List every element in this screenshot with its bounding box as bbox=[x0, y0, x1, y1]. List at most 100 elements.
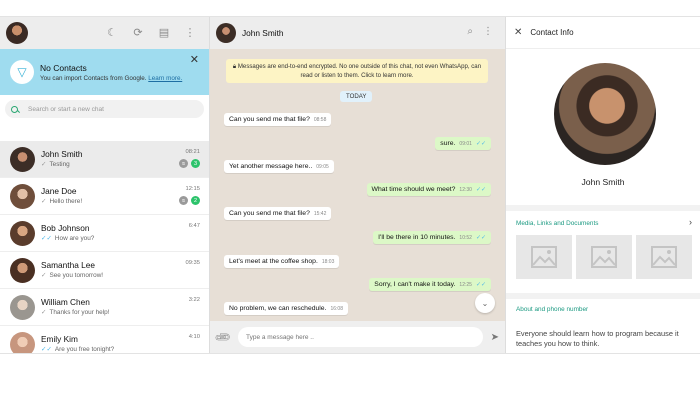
moon-icon[interactable]: ☾ bbox=[105, 25, 119, 39]
unread-badge: 2 bbox=[191, 196, 200, 205]
attach-icon[interactable]: 📎︎ bbox=[213, 327, 232, 346]
avatar bbox=[10, 146, 35, 172]
unread-badge: 3 bbox=[191, 159, 200, 168]
media-thumbnail[interactable] bbox=[516, 235, 572, 279]
app-window: ☾ ⟳ ▤ ⋮ ▽ No Contacts You can import Con… bbox=[0, 16, 700, 354]
chat-meta: 12:15 ⦸ 2 bbox=[179, 186, 200, 205]
chat-time: 3:22 bbox=[188, 297, 200, 303]
chevron-right-icon[interactable]: › bbox=[689, 217, 692, 227]
encryption-notice[interactable]: 🔒︎ Messages are end-to-end encrypted. No… bbox=[226, 59, 488, 83]
sidebar-header: ☾ ⟳ ▤ ⋮ bbox=[0, 17, 209, 49]
chat-list-item[interactable]: Jane Doe ✓ Hello there! 12:15 ⦸ 2 bbox=[0, 178, 209, 215]
contacts-badge-icon: ▽ bbox=[10, 60, 34, 84]
media-title[interactable]: Media, Links and Documents bbox=[516, 220, 598, 227]
chat-info: Jane Doe ✓ Hello there! bbox=[41, 185, 200, 207]
sidebar: ☾ ⟳ ▤ ⋮ ▽ No Contacts You can import Con… bbox=[0, 17, 210, 353]
chat-time: 08:21 bbox=[185, 149, 200, 155]
message-incoming: No problem, we can reschedule. 16:08 bbox=[224, 302, 348, 315]
profile-picture[interactable] bbox=[554, 63, 656, 165]
chat-last-message: ✓✓ How are you? bbox=[41, 235, 95, 242]
double-check-icon: ✓✓ bbox=[475, 187, 486, 193]
double-check-icon: ✓✓ bbox=[475, 282, 486, 288]
chat-list-item[interactable]: William Chen ✓ Thanks for your help! 3:22 bbox=[0, 289, 209, 326]
chat-badges: ⦸ 3 bbox=[179, 159, 200, 168]
message-time: 09:05 bbox=[316, 164, 329, 170]
close-icon[interactable]: ✕ bbox=[190, 53, 199, 66]
double-check-icon: ✓✓ bbox=[475, 141, 486, 147]
contact-avatar[interactable] bbox=[216, 23, 236, 43]
chat-last-message: ✓ Thanks for your help! bbox=[41, 309, 110, 316]
avatar bbox=[10, 183, 35, 209]
muted-icon: ⦸ bbox=[179, 159, 188, 168]
avatar bbox=[10, 294, 35, 320]
status-icon[interactable]: ⟳ bbox=[131, 25, 145, 39]
chat-time: 4:10 bbox=[188, 334, 200, 340]
message-composer: 📎︎ ➤ bbox=[210, 321, 505, 353]
chat-list-item[interactable]: Bob Johnson ✓✓ How are you? 6:47 bbox=[0, 215, 209, 252]
search-icon[interactable]: ⌕ bbox=[467, 26, 473, 37]
banner-title: No Contacts bbox=[40, 62, 87, 73]
my-avatar[interactable] bbox=[6, 22, 28, 44]
learn-more-link[interactable]: Learn more. bbox=[148, 75, 182, 82]
message-input[interactable] bbox=[237, 327, 483, 347]
contact-info-title: Contact Info bbox=[530, 28, 574, 37]
message-incoming: Can you send me that file? 15:42 bbox=[224, 207, 332, 220]
image-icon bbox=[531, 246, 557, 268]
about-title: About and phone number bbox=[516, 306, 589, 313]
message-outgoing: What time should we meet? 12:30 ✓✓ bbox=[366, 183, 491, 196]
chat-name: Emily Kim bbox=[41, 334, 78, 344]
search-bar: Search or start a new chat bbox=[0, 95, 209, 123]
chat-list-item[interactable]: Emily Kim ✓✓ Are you free tonight? 4:10 bbox=[0, 326, 209, 353]
double-check-icon: ✓✓ bbox=[41, 346, 52, 353]
message-incoming: Can you send me that file? 08:58 bbox=[224, 113, 332, 126]
message-time: 16:08 bbox=[330, 306, 343, 312]
chat-name: Bob Johnson bbox=[41, 223, 90, 233]
search-icon bbox=[11, 105, 18, 113]
message-outgoing: I'll be there in 10 minutes. 10:52 ✓✓ bbox=[373, 231, 491, 244]
chat-list-item[interactable]: Samantha Lee ✓ See you tomorrow! 09:35 bbox=[0, 252, 209, 289]
avatar bbox=[10, 331, 35, 353]
search-input[interactable]: Search or start a new chat bbox=[5, 100, 204, 118]
message-time: 09:01 bbox=[459, 141, 472, 147]
conversation-title[interactable]: John Smith bbox=[242, 28, 284, 38]
sidebar-header-icons: ☾ ⟳ ▤ ⋮ bbox=[105, 25, 197, 39]
chat-info: William Chen ✓ Thanks for your help! bbox=[41, 296, 200, 318]
image-icon bbox=[591, 246, 617, 268]
lock-icon: 🔒︎ bbox=[232, 63, 237, 70]
chat-list: John Smith ✓ Testing 08:21 ⦸ 3 Jane Doe ✓… bbox=[0, 141, 209, 353]
message-outgoing: sure. 09:01 ✓✓ bbox=[435, 137, 491, 150]
close-icon[interactable]: ✕ bbox=[514, 27, 522, 38]
chat-badges: ⦸ 2 bbox=[179, 196, 200, 205]
chat-meta: 3:22 bbox=[189, 297, 200, 303]
scroll-down-button[interactable]: ⌄ bbox=[475, 293, 495, 313]
chat-name: Jane Doe bbox=[41, 186, 77, 196]
conversation-pane: John Smith ⌕ ⋮ 🔒︎ Messages are end-to-en… bbox=[210, 17, 506, 353]
menu-icon[interactable]: ⋮ bbox=[183, 25, 197, 39]
avatar bbox=[10, 220, 35, 246]
banner-subtitle: You can import Contacts from Google. Lea… bbox=[40, 74, 183, 82]
media-section: Media, Links and Documents › bbox=[506, 211, 700, 293]
chat-list-item[interactable]: John Smith ✓ Testing 08:21 ⦸ 3 bbox=[0, 141, 209, 178]
send-icon[interactable]: ➤ bbox=[491, 332, 499, 343]
chat-meta: 6:47 bbox=[189, 223, 200, 229]
contact-info-pane: ✕ Contact Info John Smith Media, Links a… bbox=[506, 17, 700, 353]
message-incoming: Yet another message here.. 09:05 bbox=[224, 160, 334, 173]
chat-last-message: ✓ Hello there! bbox=[41, 198, 83, 205]
contact-info-header: ✕ Contact Info bbox=[506, 17, 700, 49]
chat-time: 12:15 bbox=[185, 186, 200, 192]
message-time: 10:52 bbox=[459, 235, 472, 241]
double-check-icon: ✓ bbox=[41, 161, 47, 168]
media-thumbnail[interactable] bbox=[576, 235, 632, 279]
chat-meta: 08:21 ⦸ 3 bbox=[179, 149, 200, 168]
chat-last-message: ✓ Testing bbox=[41, 161, 70, 168]
new-chat-icon[interactable]: ▤ bbox=[157, 25, 171, 39]
double-check-icon: ✓✓ bbox=[41, 235, 52, 242]
chat-info: Emily Kim ✓✓ Are you free tonight? bbox=[41, 333, 200, 353]
double-check-icon: ✓✓ bbox=[475, 235, 486, 241]
chevron-down-icon: ⌄ bbox=[481, 298, 489, 308]
media-thumbnail[interactable] bbox=[636, 235, 692, 279]
menu-icon[interactable]: ⋮ bbox=[483, 26, 493, 37]
chat-info: John Smith ✓ Testing bbox=[41, 148, 200, 170]
double-check-icon: ✓ bbox=[41, 309, 47, 316]
double-check-icon: ✓ bbox=[41, 272, 47, 279]
